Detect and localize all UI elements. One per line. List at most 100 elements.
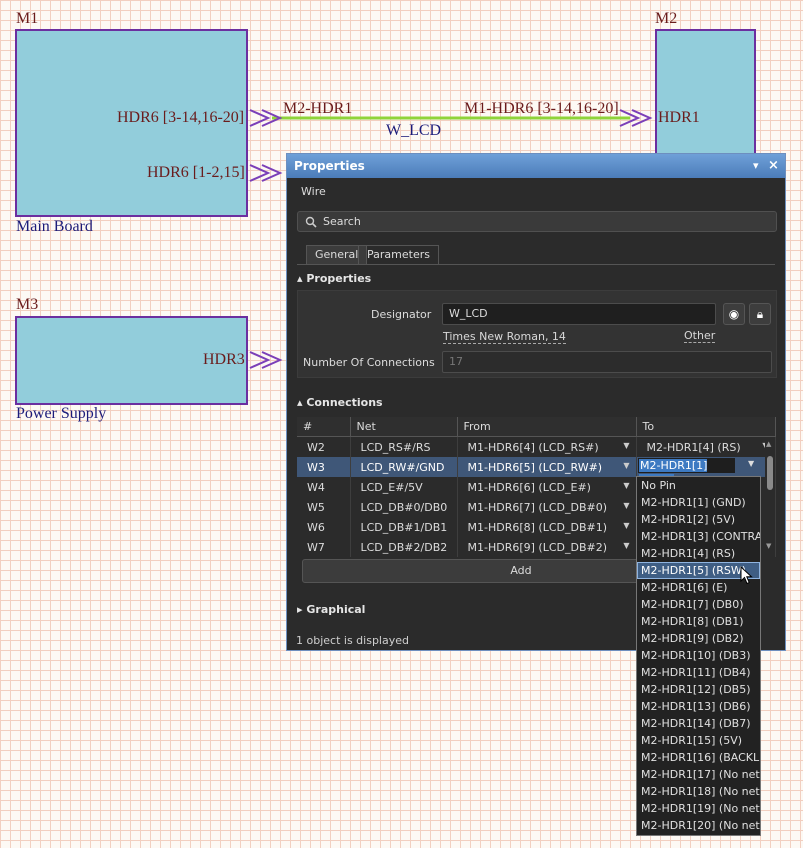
dropdown-option[interactable]: M2-HDR1[3] (CONTRAST)	[637, 528, 760, 545]
table-row[interactable]: W2 LCD_RS#/RS M1-HDR6[4] (LCD_RS#) ▼ M2-H…	[297, 436, 776, 457]
table-scrollbar[interactable]: ▲ ▼	[765, 440, 775, 552]
dropdown-option[interactable]: M2-HDR1[12] (DB5)	[637, 681, 760, 698]
section-properties-label: Properties	[306, 272, 372, 285]
designator-label: Designator	[371, 308, 432, 321]
dropdown-option[interactable]: M2-HDR1[16] (BACKLIGHT)	[637, 749, 760, 766]
cell-to[interactable]: M2-HDR1[4] (RS)▼	[636, 436, 776, 457]
properties-block: Designator W_LCD ◉ 🔒︎ Times New Roman, 1…	[297, 290, 777, 378]
designator-field[interactable]: W_LCD	[442, 303, 716, 325]
scroll-down-icon[interactable]: ▼	[766, 542, 771, 550]
dropdown-option[interactable]: M2-HDR1[18] (No net)	[637, 783, 760, 800]
dropdown-option[interactable]: M2-HDR1[19] (No net)	[637, 800, 760, 817]
status-text: 1 object is displayed	[296, 634, 409, 647]
cell-net: LCD_DB#2/DB2	[350, 537, 458, 557]
dropdown-arrow-icon[interactable]: ▼	[623, 441, 629, 450]
cell-from[interactable]: M1-HDR6[9] (LCD_DB#2) ▼	[457, 537, 637, 557]
cell-from[interactable]: M1-HDR6[6] (LCD_E#) ▼	[457, 477, 637, 497]
cell-net: LCD_DB#0/DB0	[350, 497, 458, 517]
section-graphical-label: Graphical	[306, 603, 366, 616]
dropdown-option[interactable]: M2-HDR1[15] (5V)	[637, 732, 760, 749]
cell-from-text: M1-HDR6[9] (LCD_DB#2)	[467, 540, 608, 554]
visibility-eye-icon[interactable]: ◉	[723, 303, 745, 325]
cell-from-text: M1-HDR6[4] (LCD_RS#)	[467, 440, 599, 454]
dropdown-option[interactable]: M2-HDR1[4] (RS)	[637, 545, 760, 562]
to-cell-editor[interactable]: M2-HDR1[1] (GND)	[638, 458, 735, 487]
dropdown-option[interactable]: No Pin	[637, 477, 760, 494]
section-connections-label: Connections	[306, 396, 383, 409]
search-placeholder: Search	[323, 215, 361, 228]
dropdown-arrow-icon[interactable]: ▼	[623, 501, 629, 510]
cell-id: W2	[297, 436, 351, 457]
scrollbar-thumb[interactable]	[767, 456, 773, 490]
to-pin-dropdown-list[interactable]: No Pin M2-HDR1[1] (GND) M2-HDR1[2] (5V) …	[636, 476, 761, 836]
scroll-up-icon[interactable]: ▲	[766, 440, 771, 448]
cell-id: W5	[297, 497, 351, 517]
cell-net: LCD_E#/5V	[350, 477, 458, 497]
dropdown-arrow-icon[interactable]: ▼	[623, 521, 629, 530]
cell-from[interactable]: M1-HDR6[7] (LCD_DB#0) ▼	[457, 497, 637, 517]
expand-arrow-icon: ▴	[297, 272, 307, 285]
panel-title: Properties	[294, 159, 365, 173]
connections-count-field: 17	[442, 351, 772, 373]
col-header-from[interactable]: From	[457, 417, 637, 437]
cell-to-text: M2-HDR1[4] (RS)	[646, 440, 741, 454]
section-graphical-header[interactable]: ▸ Graphical	[297, 603, 365, 616]
cell-net: LCD_DB#1/DB1	[350, 517, 458, 537]
col-header-net[interactable]: Net	[350, 417, 458, 437]
dropdown-option[interactable]: M2-HDR1[7] (DB0)	[637, 596, 760, 613]
dropdown-option[interactable]: M2-HDR1[11] (DB4)	[637, 664, 760, 681]
cell-id: W4	[297, 477, 351, 497]
dropdown-option[interactable]: M2-HDR1[2] (5V)	[637, 511, 760, 528]
search-icon	[305, 216, 317, 228]
dropdown-option[interactable]: M2-HDR1[10] (DB3)	[637, 647, 760, 664]
close-icon[interactable]: ×	[768, 154, 779, 178]
dropdown-option[interactable]: M2-HDR1[17] (No net)	[637, 766, 760, 783]
search-input[interactable]: Search	[297, 211, 777, 232]
cell-id: W6	[297, 517, 351, 537]
dropdown-option[interactable]: M2-HDR1[20] (No net)	[637, 817, 760, 834]
dropdown-arrow-icon[interactable]: ▼	[623, 461, 629, 470]
cell-from[interactable]: M1-HDR6[8] (LCD_DB#1) ▼	[457, 517, 637, 537]
collapse-arrow-icon: ▸	[297, 603, 307, 616]
wire-net-name: W_LCD	[386, 122, 442, 139]
cell-id: W7	[297, 537, 351, 557]
section-properties-header[interactable]: ▴ Properties	[297, 272, 371, 285]
port-arrow-m3-2	[261, 351, 283, 369]
dropdown-arrow-icon[interactable]: ▼	[623, 541, 629, 550]
editor-dropdown-arrow-icon[interactable]: ▼	[748, 459, 754, 468]
dropdown-option[interactable]: M2-HDR1[13] (DB6)	[637, 698, 760, 715]
dropdown-option[interactable]: M2-HDR1[1] (GND)	[637, 494, 760, 511]
cell-from-text: M1-HDR6[8] (LCD_DB#1)	[467, 520, 608, 534]
object-type: Wire	[301, 185, 326, 198]
cell-id: W3	[297, 457, 351, 477]
cell-from-text: M1-HDR6[6] (LCD_E#)	[467, 480, 591, 494]
pin-menu-icon[interactable]: ▾	[753, 154, 759, 178]
other-link[interactable]: Other	[684, 329, 716, 343]
dropdown-option[interactable]: M2-HDR1[14] (DB7)	[637, 715, 760, 732]
cell-from-text: M1-HDR6[5] (LCD_RW#)	[467, 460, 603, 474]
wire-right-label: M1-HDR6 [3-14,16-20]	[464, 100, 619, 117]
dropdown-arrow-icon[interactable]: ▼	[623, 481, 629, 490]
font-link[interactable]: Times New Roman, 14	[443, 330, 566, 344]
cell-from-text: M1-HDR6[7] (LCD_DB#0)	[467, 500, 608, 514]
expand-arrow-icon: ▴	[297, 396, 307, 409]
port-arrow-m1-b2	[261, 164, 283, 182]
dropdown-option[interactable]: M2-HDR1[9] (DB2)	[637, 630, 760, 647]
port-arrow-m2-b	[631, 109, 653, 127]
cell-from[interactable]: M1-HDR6[5] (LCD_RW#) ▼	[457, 457, 637, 477]
wire-left-label: M2-HDR1	[283, 100, 353, 117]
section-connections-header[interactable]: ▴ Connections	[297, 396, 383, 409]
lock-icon[interactable]: 🔒︎	[749, 303, 771, 325]
panel-title-bar[interactable]: Properties ▾ ×	[287, 154, 785, 178]
col-header-number[interactable]: #	[297, 417, 351, 437]
col-header-to[interactable]: To	[636, 417, 776, 437]
cell-net: LCD_RS#/RS	[350, 436, 458, 457]
connections-count-label: Number Of Connections	[303, 356, 435, 369]
table-header-row: # Net From To	[297, 417, 776, 437]
cell-from[interactable]: M1-HDR6[4] (LCD_RS#) ▼	[457, 436, 637, 457]
tab-divider	[297, 264, 775, 265]
tab-parameters[interactable]: Parameters	[358, 245, 439, 264]
dropdown-option[interactable]: M2-HDR1[8] (DB1)	[637, 613, 760, 630]
mouse-cursor-icon	[740, 566, 753, 585]
cell-net: LCD_RW#/GND	[350, 457, 458, 477]
